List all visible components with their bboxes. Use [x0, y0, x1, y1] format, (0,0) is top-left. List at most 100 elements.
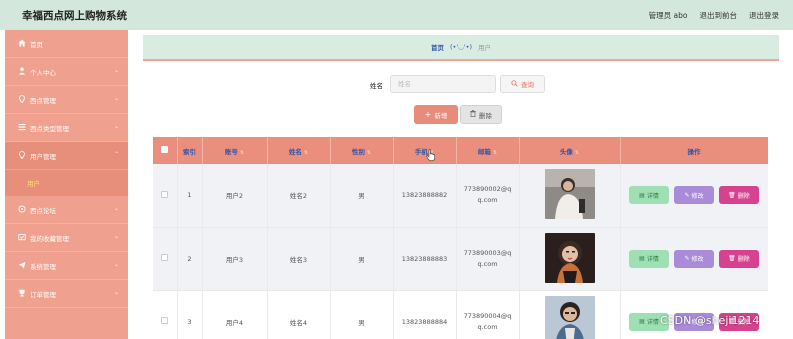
cell-email: 773890003@q q.com [456, 227, 520, 291]
sidebar-item-user-management[interactable]: 用户管理 ⌃ [5, 142, 128, 170]
chevron-down-icon: ⌄ [113, 261, 119, 268]
add-button-label: 新增 [434, 111, 448, 120]
breadcrumb-home[interactable]: 首页 [431, 42, 444, 52]
row-checkbox[interactable] [161, 190, 169, 198]
sidebar: 首页 个人中心 ⌄ 西点管理 ⌄ 西点类型管理 ⌄ 用户管理 ⌃ 用户 西点论坛… [5, 30, 128, 339]
sidebar-item-pastry-management[interactable]: 西点管理 ⌄ [5, 86, 128, 114]
column-header-gender[interactable]: 性别 ⇅ [330, 137, 394, 164]
cell-phone: 13823888883 [393, 227, 457, 291]
chevron-down-icon: ⌄ [113, 67, 119, 74]
chevron-up-icon: ⌃ [113, 151, 119, 158]
row-checkbox[interactable] [161, 317, 169, 324]
sidebar-item-pastry-forum[interactable]: 西点论坛 ⌄ [5, 196, 128, 224]
plus-icon: + [424, 110, 432, 119]
delete-button[interactable]: 🗑 删除 [719, 249, 759, 268]
cell-gender: 男 [330, 227, 394, 291]
sidebar-item-label: 系统管理 [30, 262, 56, 271]
search-button-label: 查询 [521, 81, 534, 89]
add-button[interactable]: + 新增 [414, 105, 458, 124]
row-checkbox[interactable] [161, 254, 169, 261]
column-header-name[interactable]: 姓名 ⇅ [267, 137, 331, 164]
search-button[interactable]: 查询 [500, 75, 545, 93]
sort-icon: ⇅ [303, 149, 309, 156]
header-links: 管理员 abo 退出到前台 退出登录 [649, 10, 779, 21]
sidebar-subitem-users[interactable]: 用户 [5, 170, 128, 196]
edit-button[interactable]: ✎ 修改 [674, 249, 714, 268]
cell-name: 姓名3 [267, 227, 331, 291]
sort-icon: ⇅ [492, 149, 498, 156]
table-header-row: 索引 账号 ⇅ 姓名 ⇅ 性别 ⇅ 手机 ⇅ 邮箱 ⇅ 头像 ⇅ 操作 [153, 137, 768, 164]
batch-delete-button[interactable]: 删除 [460, 105, 502, 124]
avatar [544, 232, 595, 283]
sidebar-item-label: 我的收藏管理 [30, 234, 69, 243]
search-label: 姓名 [370, 82, 383, 90]
sidebar-item-order-management[interactable]: 订单管理 ⌄ [5, 280, 128, 308]
cell-email: 773890004@q q.com [456, 290, 520, 339]
hand-cursor-icon [426, 148, 436, 163]
batch-delete-label: 删除 [479, 111, 492, 120]
cell-email: 773890002@q q.com [456, 164, 520, 228]
breadcrumb-separator: (•'◡'•) [450, 43, 472, 51]
column-header-account[interactable]: 账号 ⇅ [202, 137, 268, 164]
chevron-down-icon: ⌄ [113, 289, 119, 296]
sidebar-item-favorites-management[interactable]: 我的收藏管理 ⌄ [5, 224, 128, 252]
document-icon: ▤ [639, 255, 645, 262]
column-header-index: 索引 [177, 137, 203, 164]
column-header-phone[interactable]: 手机 ⇅ [393, 137, 457, 164]
cell-account: 用户2 [202, 164, 268, 228]
circle-icon [17, 204, 26, 215]
column-header-avatar[interactable]: 头像 ⇅ [519, 137, 621, 164]
cell-name: 姓名2 [267, 164, 331, 228]
detail-button[interactable]: ▤ 详情 [629, 249, 669, 268]
table-row: 1 用户2 姓名2 男 13823888882 773890002@q q.com… [153, 164, 768, 228]
column-header-actions: 操作 [620, 137, 768, 164]
cell-account: 用户4 [202, 290, 268, 339]
name-search-input[interactable] [390, 75, 496, 93]
list-icon [17, 123, 26, 133]
cell-name: 姓名4 [267, 290, 331, 339]
select-all-checkbox[interactable] [161, 146, 169, 153]
pencil-icon: ✎ [684, 191, 690, 199]
search-icon [511, 79, 518, 89]
sidebar-item-home[interactable]: 首页 [5, 30, 128, 58]
logout-link[interactable]: 退出登录 [749, 10, 779, 21]
cell-gender: 男 [330, 164, 394, 228]
send-icon [17, 261, 26, 271]
sidebar-item-label: 订单管理 [30, 290, 56, 299]
admin-user-label: 管理员 abo [648, 11, 688, 20]
sidebar-item-pastry-type-management[interactable]: 西点类型管理 ⌄ [5, 114, 128, 142]
bulb-icon [17, 150, 26, 161]
pencil-icon: ✎ [684, 255, 690, 262]
pin-icon [17, 94, 26, 105]
sidebar-item-label: 西点论坛 [30, 206, 56, 215]
edit-button[interactable]: ✎ 修改 [674, 186, 714, 205]
sidebar-item-personal-center[interactable]: 个人中心 ⌄ [5, 58, 128, 86]
app-title: 幸福西点网上购物系统 [22, 10, 127, 22]
column-header-email[interactable]: 邮箱 ⇅ [456, 137, 520, 164]
detail-button[interactable]: ▤ 详情 [629, 186, 669, 205]
sidebar-item-system-management[interactable]: 系统管理 ⌄ [5, 252, 128, 280]
trash-icon: 🗑 [728, 255, 736, 262]
document-icon: ▤ [639, 191, 645, 199]
select-all-header [153, 137, 178, 164]
home-icon [17, 39, 26, 49]
sidebar-item-label: 西点管理 [30, 96, 56, 105]
csdn-watermark: CSDN @sheji1214 [660, 314, 760, 327]
sidebar-item-label: 西点类型管理 [30, 124, 69, 133]
avatar [544, 169, 595, 220]
cell-gender: 男 [330, 290, 394, 339]
back-to-front-link[interactable]: 退出到前台 [700, 10, 738, 21]
sort-icon: ⇅ [574, 149, 580, 156]
trash-icon: 🗑 [728, 191, 736, 199]
person-icon [17, 67, 26, 77]
table-row: 2 用户3 姓名3 男 13823888883 773890003@q q.com… [153, 227, 768, 291]
sidebar-item-label: 个人中心 [30, 68, 56, 77]
breadcrumb: 首页 (•'◡'•) 用户 [143, 35, 779, 61]
chevron-down-icon: ⌄ [113, 95, 119, 102]
user-table: 索引 账号 ⇅ 姓名 ⇅ 性别 ⇅ 手机 ⇅ 邮箱 ⇅ 头像 ⇅ 操作 1 用户2 姓名2 … [153, 137, 768, 339]
sidebar-item-label: 用户管理 [30, 152, 56, 161]
delete-button[interactable]: 🗑 删除 [719, 186, 759, 205]
cell-index: 2 [177, 227, 203, 291]
sort-icon: ⇅ [366, 149, 372, 156]
sort-icon: ⇅ [239, 149, 245, 156]
